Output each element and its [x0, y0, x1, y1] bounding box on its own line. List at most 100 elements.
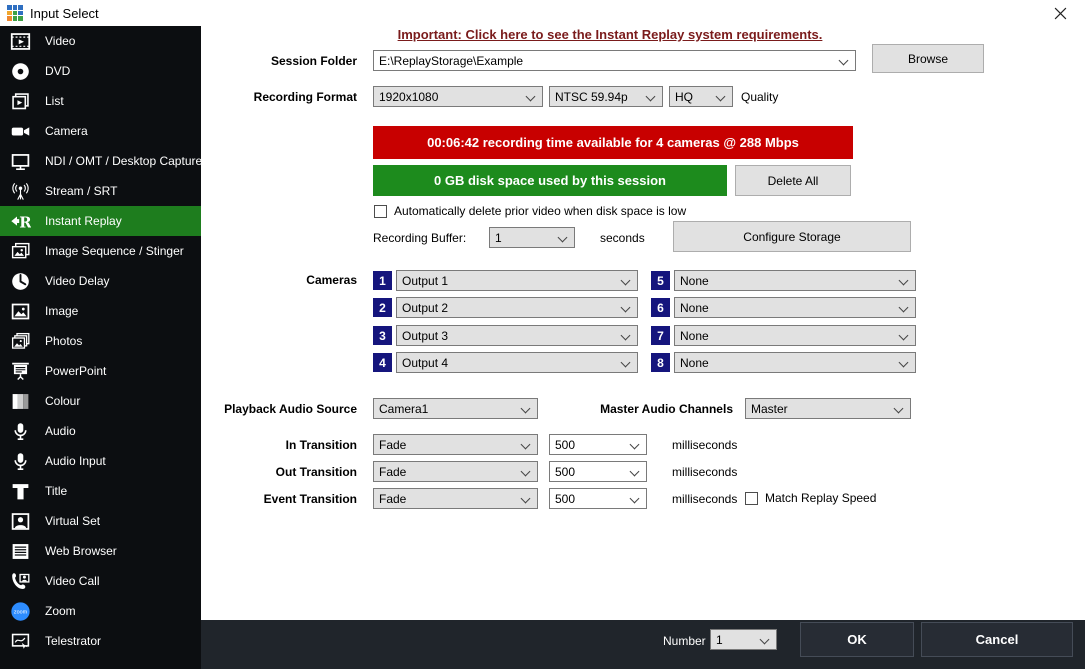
chevron-down-icon [630, 494, 640, 504]
out-transition-duration-select[interactable]: 500 [549, 461, 647, 482]
svg-text:zoom: zoom [13, 609, 27, 615]
audio-icon [8, 419, 32, 443]
sidebar-item-label: Instant Replay [45, 214, 122, 228]
in-transition-duration-select[interactable]: 500 [549, 434, 647, 455]
disk-space-banner: 0 GB disk space used by this session [373, 165, 727, 196]
recording-buffer-label: Recording Buffer: [373, 231, 466, 245]
camera-6-badge: 6 [651, 298, 670, 317]
camera-1-select[interactable]: Output 1 [396, 270, 638, 291]
event-transition-duration-select[interactable]: 500 [549, 488, 647, 509]
camera-2-badge: 2 [373, 298, 392, 317]
number-label: Number [663, 634, 706, 648]
audio-input-icon [8, 449, 32, 473]
chevron-down-icon [646, 92, 656, 102]
sidebar-item-web-browser[interactable]: Web Browser [0, 536, 201, 566]
playback-audio-source-select[interactable]: Camera1 [373, 398, 538, 419]
match-replay-speed-label: Match Replay Speed [765, 491, 876, 505]
sidebar-item-video-call[interactable]: Video Call [0, 566, 201, 596]
window-title: Input Select [30, 6, 99, 21]
sidebar-item-image-sequence-stinger[interactable]: Image Sequence / Stinger [0, 236, 201, 266]
chevron-down-icon [899, 331, 909, 341]
stream-icon [8, 179, 32, 203]
close-icon[interactable] [1047, 3, 1073, 23]
camera-6-select[interactable]: None [674, 297, 916, 318]
sidebar-item-label: Video Delay [45, 274, 110, 288]
camera-3-badge: 3 [373, 326, 392, 345]
in-transition-effect-select[interactable]: Fade [373, 434, 538, 455]
virtual-set-icon [8, 509, 32, 533]
chevron-down-icon [894, 404, 904, 414]
event-transition-effect-select[interactable]: Fade [373, 488, 538, 509]
sidebar-item-label: Colour [45, 394, 80, 408]
web-browser-icon [8, 539, 32, 563]
chevron-down-icon [899, 276, 909, 286]
auto-delete-checkbox[interactable] [374, 205, 387, 218]
camera-7-badge: 7 [651, 326, 670, 345]
camera-5-badge: 5 [651, 271, 670, 290]
number-select[interactable]: 1 [710, 629, 777, 650]
recording-buffer-select[interactable]: 1 [489, 227, 575, 248]
chevron-down-icon [526, 92, 536, 102]
camera-4-select[interactable]: Output 4 [396, 352, 638, 373]
ok-button[interactable]: OK [800, 622, 914, 657]
sidebar-item-zoom[interactable]: zoomZoom [0, 596, 201, 626]
match-replay-speed-checkbox[interactable] [745, 492, 758, 505]
frame-rate-select[interactable]: NTSC 59.94p [549, 86, 663, 107]
auto-delete-label: Automatically delete prior video when di… [394, 204, 686, 218]
sidebar-item-label: PowerPoint [45, 364, 106, 378]
sidebar-item-stream-srt[interactable]: Stream / SRT [0, 176, 201, 206]
camera-3-select[interactable]: Output 3 [396, 325, 638, 346]
chevron-down-icon [630, 467, 640, 477]
camera-5-select[interactable]: None [674, 270, 916, 291]
sidebar: Video DVD List CameraNDI / OMT / Desktop Ca… [0, 26, 201, 669]
cameras-label: Cameras [180, 273, 357, 287]
sidebar-item-powerpoint[interactable]: PowerPoint [0, 356, 201, 386]
video-delay-icon [8, 269, 32, 293]
chevron-down-icon [899, 303, 909, 313]
vmix-grid-icon [7, 5, 23, 21]
image-sequence-icon [8, 239, 32, 263]
sidebar-item-label: List [45, 94, 64, 108]
sidebar-item-label: Video [45, 34, 75, 48]
sidebar-item-instant-replay[interactable]: R Instant Replay [0, 206, 201, 236]
camera-2-select[interactable]: Output 2 [396, 297, 638, 318]
sidebar-item-label: Web Browser [45, 544, 117, 558]
configure-storage-button[interactable]: Configure Storage [673, 221, 911, 252]
sidebar-item-dvd[interactable]: DVD [0, 56, 201, 86]
chevron-down-icon [621, 276, 631, 286]
sidebar-item-label: Image [45, 304, 78, 318]
sidebar-item-label: Stream / SRT [45, 184, 117, 198]
milliseconds-label: milliseconds [672, 465, 737, 479]
session-folder-label: Session Folder [180, 54, 357, 68]
video-icon [8, 29, 32, 53]
quality-label: Quality [741, 90, 778, 104]
sidebar-item-camera[interactable]: Camera [0, 116, 201, 146]
delete-all-button[interactable]: Delete All [735, 165, 851, 196]
photos-icon [8, 329, 32, 353]
session-folder-input[interactable]: E:\ReplayStorage\Example [373, 50, 856, 71]
cancel-button[interactable]: Cancel [921, 622, 1073, 657]
sidebar-item-photos[interactable]: Photos [0, 326, 201, 356]
telestrator-icon [8, 629, 32, 653]
sidebar-item-virtual-set[interactable]: Virtual Set [0, 506, 201, 536]
in-transition-label: In Transition [150, 438, 357, 452]
chevron-down-icon [558, 233, 568, 243]
sidebar-item-image[interactable]: Image [0, 296, 201, 326]
dvd-icon [8, 59, 32, 83]
sidebar-item-video-delay[interactable]: Video Delay [0, 266, 201, 296]
sidebar-item-telestrator[interactable]: Telestrator [0, 626, 201, 656]
sidebar-item-ndi-omt-desktop-capture[interactable]: NDI / OMT / Desktop Capture [0, 146, 201, 176]
browse-button[interactable]: Browse [872, 44, 984, 73]
out-transition-effect-select[interactable]: Fade [373, 461, 538, 482]
master-audio-channels-select[interactable]: Master [745, 398, 911, 419]
seconds-label: seconds [600, 231, 645, 245]
sidebar-item-list[interactable]: List [0, 86, 201, 116]
camera-7-select[interactable]: None [674, 325, 916, 346]
svg-text:R: R [19, 213, 31, 231]
resolution-select[interactable]: 1920x1080 [373, 86, 543, 107]
quality-select[interactable]: HQ [669, 86, 733, 107]
camera-8-select[interactable]: None [674, 352, 916, 373]
system-requirements-link[interactable]: Important: Click here to see the Instant… [360, 27, 860, 42]
sidebar-item-video[interactable]: Video [0, 26, 201, 56]
chevron-down-icon [716, 92, 726, 102]
